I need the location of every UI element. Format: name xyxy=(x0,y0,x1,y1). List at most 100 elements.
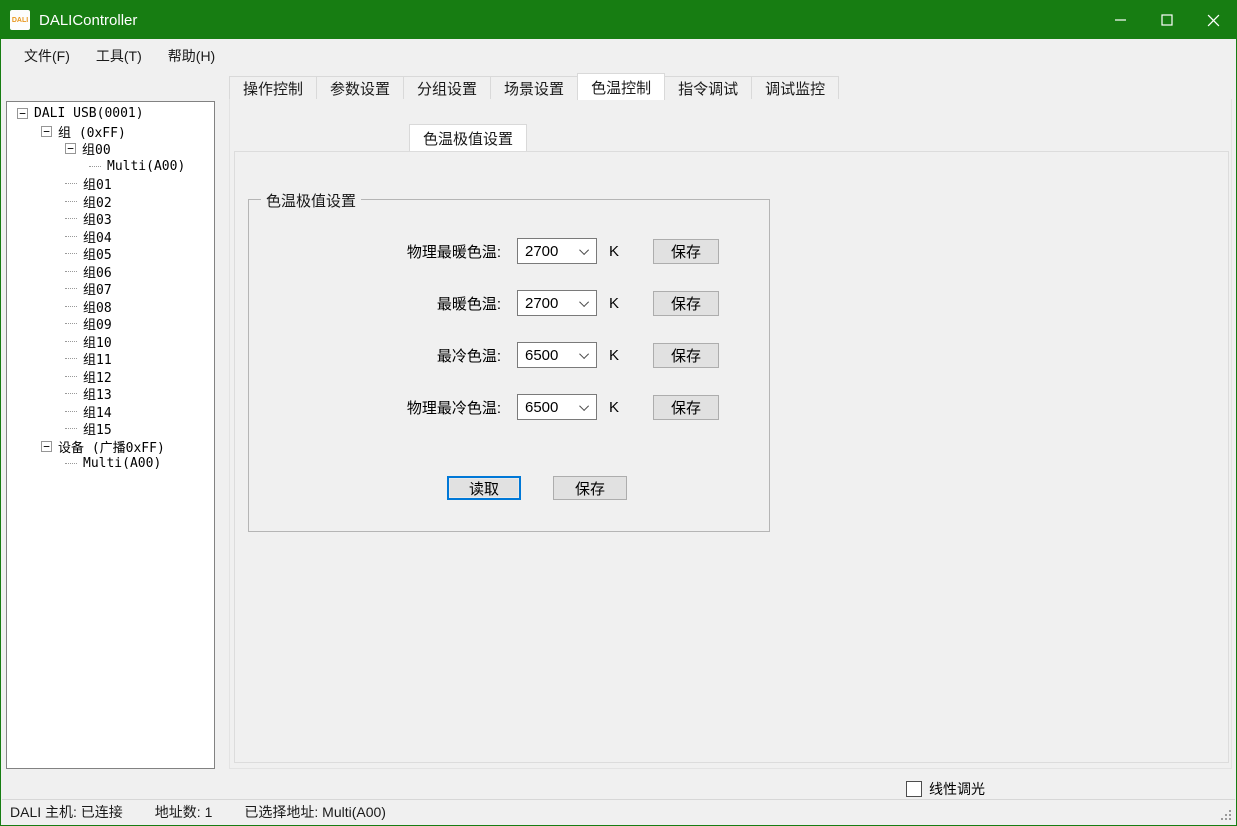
tree-item-label: 组09 xyxy=(83,314,112,333)
tree-item-label: 组12 xyxy=(83,367,112,386)
form-row: 最冷色温:6500K保存 xyxy=(249,342,769,368)
tree-connector xyxy=(65,323,77,324)
collapse-toggle-icon[interactable]: − xyxy=(65,143,76,154)
tree-item-label: 组02 xyxy=(83,192,112,211)
tree-item[interactable]: −组00 xyxy=(7,140,214,158)
main-tabstrip: 操作控制参数设置分组设置场景设置色温控制指令调试调试监控 xyxy=(229,73,839,100)
sub-tab[interactable]: 色温极值设置 xyxy=(409,124,527,151)
save-button[interactable]: 保存 xyxy=(653,343,719,368)
form-row: 最暖色温:2700K保存 xyxy=(249,290,769,316)
menu-item[interactable]: 帮助(H) xyxy=(155,39,228,72)
tree-item-label: 组07 xyxy=(83,279,112,298)
tree-item[interactable]: 组03 xyxy=(7,210,214,228)
field-label: 最冷色温: xyxy=(249,345,501,366)
host-connection-status: DALI 主机: 已连接 xyxy=(10,802,123,822)
tree-item[interactable]: 组12 xyxy=(7,368,214,386)
tree-connector xyxy=(65,183,77,184)
linear-dimming-option: 线性调光 xyxy=(906,779,985,799)
combobox-value: 6500 xyxy=(525,347,582,364)
tree-item[interactable]: Multi(A00) xyxy=(7,158,214,176)
address-count: 地址数: 1 xyxy=(155,802,213,822)
menubar: 文件(F)工具(T)帮助(H) xyxy=(2,39,1235,72)
maximize-icon xyxy=(1161,14,1173,26)
tree-item[interactable]: 组06 xyxy=(7,263,214,281)
tree-item-label: 设备 (广播0xFF) xyxy=(58,437,165,456)
tree-connector xyxy=(65,393,77,394)
tree-item-label: 组 (0xFF) xyxy=(58,122,126,141)
resize-grip-icon[interactable] xyxy=(1221,810,1231,820)
dali-logo-icon: DALI xyxy=(10,10,30,30)
tree-item[interactable]: 组07 xyxy=(7,280,214,298)
main-tab[interactable]: 调试监控 xyxy=(751,76,839,100)
device-tree[interactable]: −DALI USB(0001)−组 (0xFF)−组00Multi(A00)组0… xyxy=(6,101,215,769)
temperature-combobox[interactable]: 6500 xyxy=(517,394,597,420)
save-all-button[interactable]: 保存 xyxy=(553,476,627,500)
tree-connector xyxy=(65,341,77,342)
window-controls xyxy=(1098,1,1236,39)
read-button[interactable]: 读取 xyxy=(447,476,521,500)
form-row: 物理最冷色温:6500K保存 xyxy=(249,394,769,420)
tree-item[interactable]: 组02 xyxy=(7,193,214,211)
combobox-value: 2700 xyxy=(525,243,582,260)
close-icon xyxy=(1207,14,1220,27)
menu-item[interactable]: 工具(T) xyxy=(83,39,155,72)
tree-item[interactable]: 组14 xyxy=(7,403,214,421)
window-title: DALIController xyxy=(39,12,137,29)
collapse-toggle-icon[interactable]: − xyxy=(17,108,28,119)
tree-connector xyxy=(65,411,77,412)
tree-item-label: 组08 xyxy=(83,297,112,316)
maximize-button[interactable] xyxy=(1144,1,1190,39)
temperature-extremes-groupbox: 色温极值设置 物理最暖色温:2700K保存最暖色温:2700K保存最冷色温:65… xyxy=(248,199,770,532)
tree-item[interactable]: 组05 xyxy=(7,245,214,263)
combobox-value: 2700 xyxy=(525,295,582,312)
tree-item-label: Multi(A00) xyxy=(83,456,161,471)
tree-connector xyxy=(65,271,77,272)
linear-dimming-checkbox[interactable] xyxy=(906,781,922,797)
tree-item-label: 组00 xyxy=(82,139,111,158)
tree-item[interactable]: −设备 (广播0xFF) xyxy=(7,438,214,456)
tree-item[interactable]: 组04 xyxy=(7,228,214,246)
tree-item[interactable]: −组 (0xFF) xyxy=(7,123,214,141)
tree-connector xyxy=(65,306,77,307)
save-button[interactable]: 保存 xyxy=(653,239,719,264)
tree-item[interactable]: 组11 xyxy=(7,350,214,368)
main-tab[interactable]: 指令调试 xyxy=(664,76,752,100)
minimize-icon xyxy=(1115,14,1127,26)
selected-address: 已选择地址: Multi(A00) xyxy=(244,802,386,822)
tree-connector xyxy=(65,253,77,254)
tree-item[interactable]: 组09 xyxy=(7,315,214,333)
tree-item-label: 组14 xyxy=(83,402,112,421)
tree-item[interactable]: Multi(A00) xyxy=(7,455,214,473)
tree-item[interactable]: 组15 xyxy=(7,420,214,438)
save-button[interactable]: 保存 xyxy=(653,395,719,420)
temperature-combobox[interactable]: 2700 xyxy=(517,238,597,264)
close-button[interactable] xyxy=(1190,1,1236,39)
tree-item-label: 组10 xyxy=(83,332,112,351)
main-tab[interactable]: 色温控制 xyxy=(577,73,665,100)
tree-connector xyxy=(89,166,101,167)
collapse-toggle-icon[interactable]: − xyxy=(41,441,52,452)
field-label: 物理最冷色温: xyxy=(249,397,501,418)
tree-item-label: 组05 xyxy=(83,244,112,263)
temperature-combobox[interactable]: 6500 xyxy=(517,342,597,368)
tree-item[interactable]: 组13 xyxy=(7,385,214,403)
collapse-toggle-icon[interactable]: − xyxy=(41,126,52,137)
main-tab[interactable]: 操作控制 xyxy=(229,76,317,100)
linear-dimming-label: 线性调光 xyxy=(929,779,985,799)
unit-label: K xyxy=(609,243,619,260)
tree-item[interactable]: 组01 xyxy=(7,175,214,193)
field-label: 物理最暖色温: xyxy=(249,241,501,262)
tree-item-label: Multi(A00) xyxy=(107,159,185,174)
tree-item-label: 组11 xyxy=(83,349,112,368)
groupbox-title: 色温极值设置 xyxy=(261,190,361,211)
main-tab[interactable]: 场景设置 xyxy=(490,76,578,100)
tree-item[interactable]: 组10 xyxy=(7,333,214,351)
menu-item[interactable]: 文件(F) xyxy=(11,39,83,72)
save-button[interactable]: 保存 xyxy=(653,291,719,316)
temperature-combobox[interactable]: 2700 xyxy=(517,290,597,316)
tree-item[interactable]: 组08 xyxy=(7,298,214,316)
tree-item[interactable]: −DALI USB(0001) xyxy=(7,105,214,123)
minimize-button[interactable] xyxy=(1098,1,1144,39)
main-tab[interactable]: 分组设置 xyxy=(403,76,491,100)
main-tab[interactable]: 参数设置 xyxy=(316,76,404,100)
